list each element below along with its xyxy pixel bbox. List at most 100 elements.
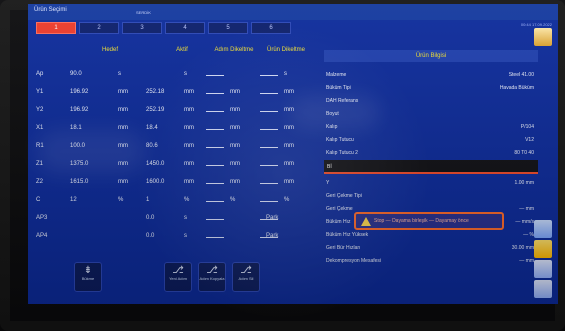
urun-dash: [260, 160, 278, 166]
table-row[interactable]: AP4 0.0 s Park: [34, 228, 320, 246]
hedef-value: 18.1: [70, 125, 82, 131]
axis-table: Hedef Aktif Adım Dikeltme Ürün Dikeltme …: [34, 42, 320, 252]
tab-4[interactable]: 4: [165, 22, 205, 34]
table-row[interactable]: Z1 1375.0 mm 1450.0 mm mm mm: [34, 156, 320, 174]
aktif-unit: mm: [184, 179, 194, 185]
bukme-button[interactable]: ⇟ Bükme: [74, 262, 102, 292]
table-row[interactable]: R1 100.0 mm 80.6 mm mm mm: [34, 138, 320, 156]
table-row[interactable]: X1 18.1 mm 18.4 mm mm mm: [34, 120, 320, 138]
info-row[interactable]: Kalıp P/104: [324, 120, 538, 134]
info-row[interactable]: Boyut: [324, 107, 538, 121]
tab-2[interactable]: 2: [79, 22, 119, 34]
info-row[interactable]: Büküm Tipi Havada Büküm: [324, 81, 538, 95]
new-step-button[interactable]: ⎇ Yeni Adım: [164, 262, 192, 292]
aktif-value: 0.0: [146, 215, 155, 221]
table-row[interactable]: Z2 1615.0 mm 1600.0 mm mm mm: [34, 174, 320, 192]
adim-dash: [206, 196, 224, 202]
bottom-toolbar: ⇟ Bükme ⎇ Yeni Adım ⎇ Adım Kopyala ⎇ Adım Si…: [28, 256, 558, 304]
info-label: Kalıp Tutucu 2: [326, 150, 358, 156]
axis-label: C: [36, 197, 41, 203]
table-row[interactable]: Y2 196.92 mm 252.19 mm mm mm: [34, 102, 320, 120]
tab-5[interactable]: 5: [208, 22, 248, 34]
info-row[interactable]: Malzeme Steel 41.00: [324, 68, 538, 82]
tab-6[interactable]: 6: [251, 22, 291, 34]
copy-step-button[interactable]: ⎇ Adım Kopyala: [198, 262, 226, 292]
adim-dash: [206, 88, 224, 94]
aktif-unit: s: [184, 233, 187, 239]
aktif-unit: %: [184, 197, 190, 203]
info-value: V12: [525, 137, 534, 143]
aktif-unit: mm: [184, 89, 194, 95]
hedef-unit: %: [118, 197, 124, 203]
info-row[interactable]: Kalıp Tutucu 2 80 T0 40: [324, 146, 538, 160]
side-toolbar: [534, 28, 552, 298]
info-label: Boyut: [326, 111, 339, 117]
table-row[interactable]: C 12% 1%%%: [34, 192, 320, 210]
urun-unit: mm: [284, 143, 294, 149]
table-row[interactable]: Y1 196.92 mm 252.18 mm mm mm: [34, 84, 320, 102]
tab-1[interactable]: 1: [36, 22, 76, 34]
header-adim-dikeltme: Adım Dikeltme: [214, 47, 254, 53]
urun-dash: [260, 142, 278, 148]
axis-label: Ap: [36, 71, 44, 77]
info-label: DAH Referans: [326, 98, 359, 104]
app-subtitle: SERDİK: [136, 10, 151, 15]
aktif-value: 1600.0: [146, 179, 165, 185]
urun-unit: mm: [284, 161, 294, 167]
info-label: Kalıp Tutucu: [326, 137, 354, 143]
axis-label: AP4: [36, 233, 48, 239]
urun-unit: %: [284, 197, 290, 203]
warning-banner[interactable]: Stop — Dayama birleşik — Dayamay önce: [354, 212, 504, 230]
delete-step-button[interactable]: ⎇ Adım Sil: [232, 262, 260, 292]
aktif-unit: mm: [184, 161, 194, 167]
tab-3[interactable]: 3: [122, 22, 162, 34]
header-hedef: Hedef: [101, 47, 118, 53]
adim-dash: [206, 124, 224, 130]
warning-icon: [361, 217, 371, 226]
param-value: — mm/s: [515, 219, 534, 225]
info-label: Büküm Tipi: [326, 85, 351, 91]
hedef-unit: mm: [118, 125, 128, 131]
hedef-value: 100.0: [70, 143, 86, 149]
axis-label: AP3: [36, 215, 48, 221]
product-info-panel: Ürün Bilgisi Malzeme Steel 41.00 Büküm Tip…: [324, 50, 538, 264]
aktif-unit: mm: [184, 143, 194, 149]
urun-unit: mm: [284, 125, 294, 131]
axis-label: Y1: [36, 89, 44, 95]
param-row[interactable]: Y 1.00 mm: [324, 176, 538, 190]
hedef-value: 1615.0: [70, 179, 89, 185]
urun-unit: mm: [284, 107, 294, 113]
param-row[interactable]: Büküm Hız Yüksek — %: [324, 228, 538, 242]
hedef-value: 1375.0: [70, 161, 89, 167]
hedef-unit: mm: [118, 179, 128, 185]
app-title: Ürün Seçimi: [34, 7, 67, 13]
info-row[interactable]: DAH Referans: [324, 94, 538, 108]
aktif-unit: mm: [184, 125, 194, 131]
info-value: Steel 41.00: [508, 72, 534, 78]
param-value: 30.00 mm: [511, 245, 534, 251]
table-row[interactable]: Ap 90.0 s s s: [34, 66, 320, 84]
book-icon[interactable]: [534, 28, 552, 46]
param-row[interactable]: Geri Bür Hızları 30.00 mm: [324, 241, 538, 255]
axis-label: Z2: [36, 179, 44, 185]
title-bar: Ürün Seçimi SERDİK 00:44 17.09.2022: [28, 4, 558, 27]
grid-icon[interactable]: [534, 220, 552, 238]
adim-unit: mm: [230, 89, 240, 95]
info-row[interactable]: Kalıp Tutucu V12: [324, 133, 538, 147]
urun-dash: [260, 88, 278, 94]
adim-dash: [206, 178, 224, 184]
adim-dash: [206, 160, 224, 166]
hedef-unit: mm: [118, 107, 128, 113]
axis-label: R1: [36, 143, 44, 149]
hedef-unit: mm: [118, 89, 128, 95]
param-row[interactable]: Geri Çekme Tipi: [324, 189, 538, 203]
axis-label: Y2: [36, 107, 44, 113]
header-aktif: Aktif: [176, 47, 188, 53]
urun-dash: [260, 178, 278, 184]
hedef-unit: s: [118, 71, 121, 77]
table-row[interactable]: AP3 0.0 s Park: [34, 210, 320, 228]
selected-row[interactable]: Bİ: [324, 160, 538, 174]
param-label: Geri Çekme Tipi: [326, 193, 362, 199]
hedef-unit: mm: [118, 161, 128, 167]
aktif-unit: s: [184, 215, 187, 221]
